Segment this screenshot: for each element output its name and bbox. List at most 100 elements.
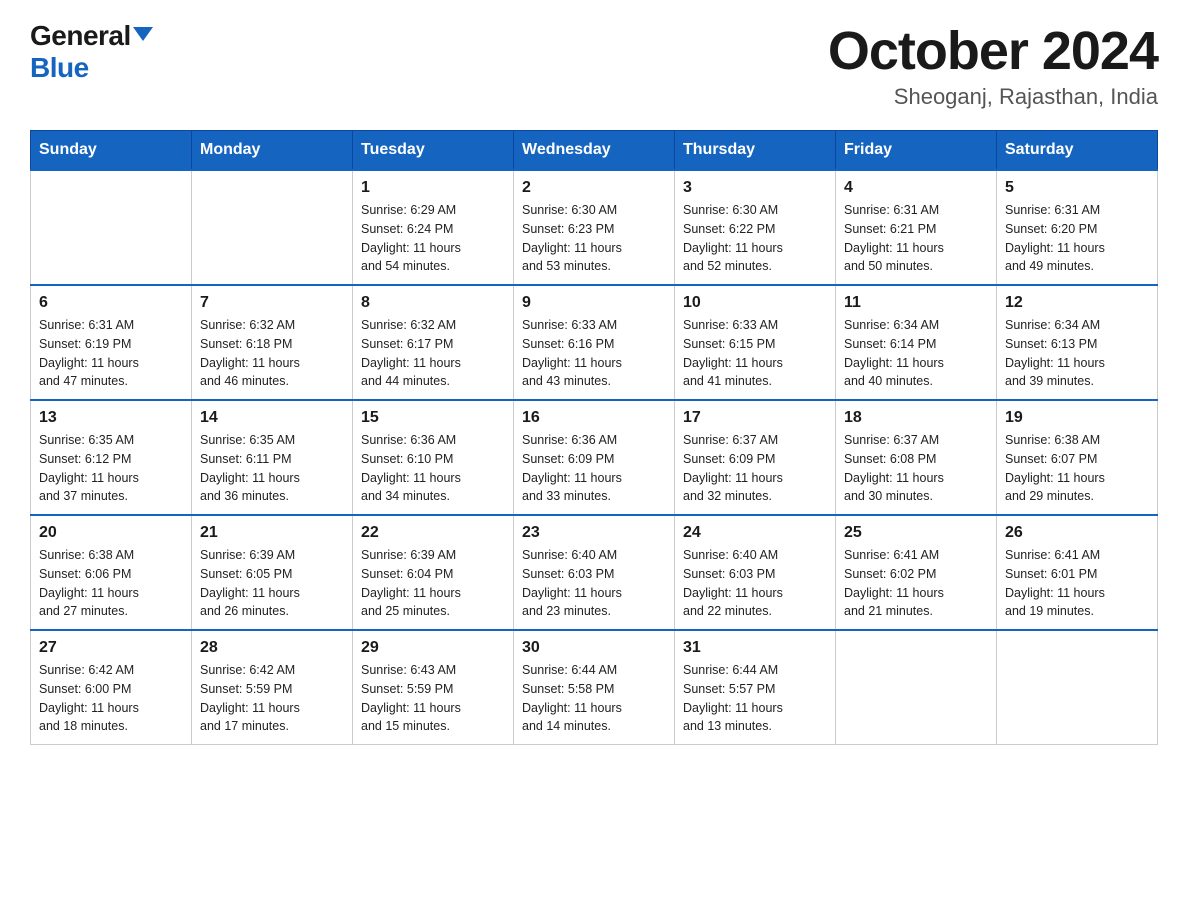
table-row: 24 Sunrise: 6:40 AM Sunset: 6:03 PM Dayli… bbox=[675, 515, 836, 630]
day-info: Sunrise: 6:34 AM Sunset: 6:14 PM Dayligh… bbox=[844, 316, 988, 391]
table-row: 7 Sunrise: 6:32 AM Sunset: 6:18 PM Daylig… bbox=[192, 285, 353, 400]
day-info: Sunrise: 6:43 AM Sunset: 5:59 PM Dayligh… bbox=[361, 661, 505, 736]
calendar-week-row: 20Sunrise: 6:38 AM Sunset: 6:06 PM Dayli… bbox=[31, 515, 1158, 630]
table-row: 13 Sunrise: 6:35 AM Sunset: 6:12 PM Dayli… bbox=[31, 400, 192, 515]
table-row: 17 Sunrise: 6:37 AM Sunset: 6:09 PM Dayli… bbox=[675, 400, 836, 515]
table-row: 16Sunrise: 6:36 AM Sunset: 6:09 PM Dayli… bbox=[514, 400, 675, 515]
table-row: 21 Sunrise: 6:39 AM Sunset: 6:05 PM Dayli… bbox=[192, 515, 353, 630]
day-info: Sunrise: 6:29 AM Sunset: 6:24 PM Dayligh… bbox=[361, 201, 505, 276]
day-info: Sunrise: 6:44 AM Sunset: 5:57 PM Dayligh… bbox=[683, 661, 827, 736]
day-number: 1 bbox=[361, 179, 505, 197]
col-friday: Friday bbox=[836, 131, 997, 171]
day-info: Sunrise: 6:32 AM Sunset: 6:17 PM Dayligh… bbox=[361, 316, 505, 391]
table-row: 31Sunrise: 6:44 AM Sunset: 5:57 PM Dayli… bbox=[675, 630, 836, 745]
day-info: Sunrise: 6:40 AM Sunset: 6:03 PM Dayligh… bbox=[683, 546, 827, 621]
day-info: Sunrise: 6:41 AM Sunset: 6:02 PM Dayligh… bbox=[844, 546, 988, 621]
col-thursday: Thursday bbox=[675, 131, 836, 171]
day-number: 24 bbox=[683, 524, 827, 542]
col-wednesday: Wednesday bbox=[514, 131, 675, 171]
day-info: Sunrise: 6:31 AM Sunset: 6:21 PM Dayligh… bbox=[844, 201, 988, 276]
calendar-title: October 2024 bbox=[828, 20, 1158, 82]
day-number: 5 bbox=[1005, 179, 1149, 197]
day-number: 7 bbox=[200, 294, 344, 312]
day-info: Sunrise: 6:35 AM Sunset: 6:11 PM Dayligh… bbox=[200, 431, 344, 506]
table-row: 3 Sunrise: 6:30 AM Sunset: 6:22 PM Daylig… bbox=[675, 170, 836, 285]
calendar-week-row: 13 Sunrise: 6:35 AM Sunset: 6:12 PM Dayli… bbox=[31, 400, 1158, 515]
table-row: 5 Sunrise: 6:31 AM Sunset: 6:20 PM Daylig… bbox=[997, 170, 1158, 285]
day-info: Sunrise: 6:35 AM Sunset: 6:12 PM Dayligh… bbox=[39, 431, 183, 506]
table-row bbox=[31, 170, 192, 285]
day-number: 13 bbox=[39, 409, 183, 427]
table-row: 9 Sunrise: 6:33 AM Sunset: 6:16 PM Daylig… bbox=[514, 285, 675, 400]
day-number: 26 bbox=[1005, 524, 1149, 542]
table-row: 28 Sunrise: 6:42 AM Sunset: 5:59 PM Dayli… bbox=[192, 630, 353, 745]
day-number: 9 bbox=[522, 294, 666, 312]
col-saturday: Saturday bbox=[997, 131, 1158, 171]
day-number: 21 bbox=[200, 524, 344, 542]
logo-general-text: General bbox=[30, 20, 131, 52]
day-info: Sunrise: 6:37 AM Sunset: 6:08 PM Dayligh… bbox=[844, 431, 988, 506]
day-number: 4 bbox=[844, 179, 988, 197]
table-row: 18 Sunrise: 6:37 AM Sunset: 6:08 PM Dayli… bbox=[836, 400, 997, 515]
table-row: 29 Sunrise: 6:43 AM Sunset: 5:59 PM Dayli… bbox=[353, 630, 514, 745]
calendar-week-row: 27Sunrise: 6:42 AM Sunset: 6:00 PM Dayli… bbox=[31, 630, 1158, 745]
day-number: 3 bbox=[683, 179, 827, 197]
title-block: October 2024 Sheoganj, Rajasthan, India bbox=[828, 20, 1158, 110]
day-number: 29 bbox=[361, 639, 505, 657]
day-info: Sunrise: 6:39 AM Sunset: 6:05 PM Dayligh… bbox=[200, 546, 344, 621]
page-header: General Blue October 2024 Sheoganj, Raja… bbox=[30, 20, 1158, 110]
day-info: Sunrise: 6:42 AM Sunset: 6:00 PM Dayligh… bbox=[39, 661, 183, 736]
day-number: 30 bbox=[522, 639, 666, 657]
day-info: Sunrise: 6:40 AM Sunset: 6:03 PM Dayligh… bbox=[522, 546, 666, 621]
day-number: 17 bbox=[683, 409, 827, 427]
table-row: 2Sunrise: 6:30 AM Sunset: 6:23 PM Daylig… bbox=[514, 170, 675, 285]
day-number: 28 bbox=[200, 639, 344, 657]
calendar-week-row: 6Sunrise: 6:31 AM Sunset: 6:19 PM Daylig… bbox=[31, 285, 1158, 400]
day-number: 12 bbox=[1005, 294, 1149, 312]
day-number: 6 bbox=[39, 294, 183, 312]
table-row: 4 Sunrise: 6:31 AM Sunset: 6:21 PM Daylig… bbox=[836, 170, 997, 285]
table-row: 25Sunrise: 6:41 AM Sunset: 6:02 PM Dayli… bbox=[836, 515, 997, 630]
day-info: Sunrise: 6:32 AM Sunset: 6:18 PM Dayligh… bbox=[200, 316, 344, 391]
day-number: 14 bbox=[200, 409, 344, 427]
table-row: 11Sunrise: 6:34 AM Sunset: 6:14 PM Dayli… bbox=[836, 285, 997, 400]
day-info: Sunrise: 6:30 AM Sunset: 6:22 PM Dayligh… bbox=[683, 201, 827, 276]
table-row: 1 Sunrise: 6:29 AM Sunset: 6:24 PM Daylig… bbox=[353, 170, 514, 285]
day-info: Sunrise: 6:36 AM Sunset: 6:09 PM Dayligh… bbox=[522, 431, 666, 506]
day-info: Sunrise: 6:37 AM Sunset: 6:09 PM Dayligh… bbox=[683, 431, 827, 506]
day-number: 23 bbox=[522, 524, 666, 542]
day-number: 15 bbox=[361, 409, 505, 427]
table-row bbox=[997, 630, 1158, 745]
table-row bbox=[192, 170, 353, 285]
calendar-header-row: Sunday Monday Tuesday Wednesday Thursday… bbox=[31, 131, 1158, 171]
day-info: Sunrise: 6:33 AM Sunset: 6:16 PM Dayligh… bbox=[522, 316, 666, 391]
day-number: 2 bbox=[522, 179, 666, 197]
logo-blue-text: Blue bbox=[30, 52, 89, 83]
col-monday: Monday bbox=[192, 131, 353, 171]
col-tuesday: Tuesday bbox=[353, 131, 514, 171]
day-info: Sunrise: 6:42 AM Sunset: 5:59 PM Dayligh… bbox=[200, 661, 344, 736]
table-row: 14 Sunrise: 6:35 AM Sunset: 6:11 PM Dayli… bbox=[192, 400, 353, 515]
logo: General Blue bbox=[30, 20, 153, 84]
table-row: 8 Sunrise: 6:32 AM Sunset: 6:17 PM Daylig… bbox=[353, 285, 514, 400]
day-info: Sunrise: 6:44 AM Sunset: 5:58 PM Dayligh… bbox=[522, 661, 666, 736]
table-row bbox=[836, 630, 997, 745]
table-row: 22 Sunrise: 6:39 AM Sunset: 6:04 PM Dayli… bbox=[353, 515, 514, 630]
table-row: 6Sunrise: 6:31 AM Sunset: 6:19 PM Daylig… bbox=[31, 285, 192, 400]
day-number: 22 bbox=[361, 524, 505, 542]
logo-triangle-icon bbox=[133, 27, 153, 41]
calendar-location: Sheoganj, Rajasthan, India bbox=[828, 84, 1158, 110]
day-info: Sunrise: 6:39 AM Sunset: 6:04 PM Dayligh… bbox=[361, 546, 505, 621]
table-row: 26Sunrise: 6:41 AM Sunset: 6:01 PM Dayli… bbox=[997, 515, 1158, 630]
day-info: Sunrise: 6:31 AM Sunset: 6:20 PM Dayligh… bbox=[1005, 201, 1149, 276]
table-row: 27Sunrise: 6:42 AM Sunset: 6:00 PM Dayli… bbox=[31, 630, 192, 745]
day-number: 10 bbox=[683, 294, 827, 312]
calendar-week-row: 1 Sunrise: 6:29 AM Sunset: 6:24 PM Daylig… bbox=[31, 170, 1158, 285]
day-number: 19 bbox=[1005, 409, 1149, 427]
table-row: 12Sunrise: 6:34 AM Sunset: 6:13 PM Dayli… bbox=[997, 285, 1158, 400]
day-number: 18 bbox=[844, 409, 988, 427]
day-info: Sunrise: 6:36 AM Sunset: 6:10 PM Dayligh… bbox=[361, 431, 505, 506]
table-row: 23 Sunrise: 6:40 AM Sunset: 6:03 PM Dayli… bbox=[514, 515, 675, 630]
day-info: Sunrise: 6:33 AM Sunset: 6:15 PM Dayligh… bbox=[683, 316, 827, 391]
day-number: 8 bbox=[361, 294, 505, 312]
